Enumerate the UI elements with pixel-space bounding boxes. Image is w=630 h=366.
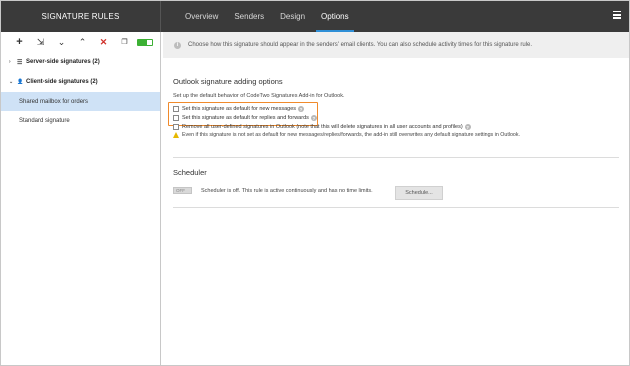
add-icon[interactable]: + — [9, 34, 30, 50]
chevron-right-icon: › — [9, 59, 11, 65]
move-down-icon[interactable]: ⌄ — [51, 34, 72, 50]
remove-signatures-checkbox[interactable] — [173, 124, 179, 130]
scheduler-row: OFF Scheduler is off. This rule is activ… — [173, 187, 373, 194]
default-replies-checkbox[interactable] — [173, 115, 179, 121]
enable-toggle-icon[interactable] — [137, 38, 153, 46]
client-side-group[interactable]: ⌄ 👤 Client-side signatures (2) — [1, 72, 160, 92]
scheduler-toggle[interactable]: OFF — [173, 187, 192, 194]
rules-toolbar: + ⇲ ⌄ ⌃ ✕ ❐ — [1, 32, 160, 52]
option-default-replies: Set this signature as default for replie… — [173, 114, 317, 122]
sidebar-item-shared-mailbox[interactable]: Shared mailbox for orders — [1, 92, 160, 111]
delete-icon[interactable]: ✕ — [93, 34, 114, 50]
sidebar-item-standard-signature[interactable]: Standard signature — [1, 111, 160, 130]
tab-overview[interactable]: Overview — [177, 1, 226, 32]
tab-senders[interactable]: Senders — [226, 1, 272, 32]
top-bar: SIGNATURE RULES Overview Senders Design … — [1, 1, 629, 32]
section-divider — [173, 157, 619, 158]
app-window: SIGNATURE RULES Overview Senders Design … — [0, 0, 630, 366]
info-banner: i Choose how this signature should appea… — [163, 32, 629, 58]
scheduler-title: Scheduler — [173, 168, 207, 177]
hamburger-menu-icon[interactable] — [613, 11, 621, 19]
rules-sidebar: + ⇲ ⌄ ⌃ ✕ ❐ › ☰ Server-side signatures (… — [1, 32, 161, 365]
group-label: Server-side signatures (2) — [26, 59, 100, 65]
info-text: Choose how this signature should appear … — [188, 42, 533, 48]
group-label: Client-side signatures (2) — [26, 79, 98, 85]
info-icon: i — [174, 41, 181, 49]
help-icon[interactable]: ? — [464, 124, 471, 130]
option-remove-user-signatures: Remove all user-defined signatures in Ou… — [173, 123, 471, 131]
option-label: Set this signature as default for replie… — [182, 115, 309, 121]
tab-bar: Overview Senders Design Options — [161, 1, 357, 32]
add-from-template-icon[interactable]: ⇲ — [30, 34, 51, 50]
schedule-button[interactable]: Schedule... — [395, 186, 443, 200]
move-up-icon[interactable]: ⌃ — [72, 34, 93, 50]
option-label: Remove all user-defined signatures in Ou… — [182, 124, 463, 130]
server-side-group[interactable]: › ☰ Server-side signatures (2) — [1, 52, 160, 72]
help-icon[interactable]: ? — [310, 115, 317, 121]
outlook-section-title: Outlook signature adding options — [173, 77, 283, 86]
help-icon[interactable]: ? — [298, 106, 305, 112]
warning-text: Even if this signature is not set as def… — [182, 132, 520, 138]
app-title: SIGNATURE RULES — [1, 1, 161, 32]
scheduler-status: Scheduler is off. This rule is active co… — [201, 187, 373, 194]
duplicate-icon[interactable]: ❐ — [114, 34, 135, 50]
option-default-new: Set this signature as default for new me… — [173, 105, 305, 113]
section-divider — [173, 207, 619, 208]
user-icon: 👤 — [17, 79, 24, 85]
server-icon: ☰ — [17, 59, 23, 66]
tab-options[interactable]: Options — [313, 1, 357, 32]
default-new-checkbox[interactable] — [173, 106, 179, 112]
chevron-down-icon: ⌄ — [9, 79, 14, 85]
option-label: Set this signature as default for new me… — [182, 106, 297, 112]
tab-design[interactable]: Design — [272, 1, 313, 32]
warning-icon — [173, 132, 179, 138]
outlook-description: Set up the default behavior of CodeTwo S… — [173, 93, 345, 99]
warning-note: Even if this signature is not set as def… — [173, 132, 520, 138]
options-panel: i Choose how this signature should appea… — [162, 32, 629, 365]
